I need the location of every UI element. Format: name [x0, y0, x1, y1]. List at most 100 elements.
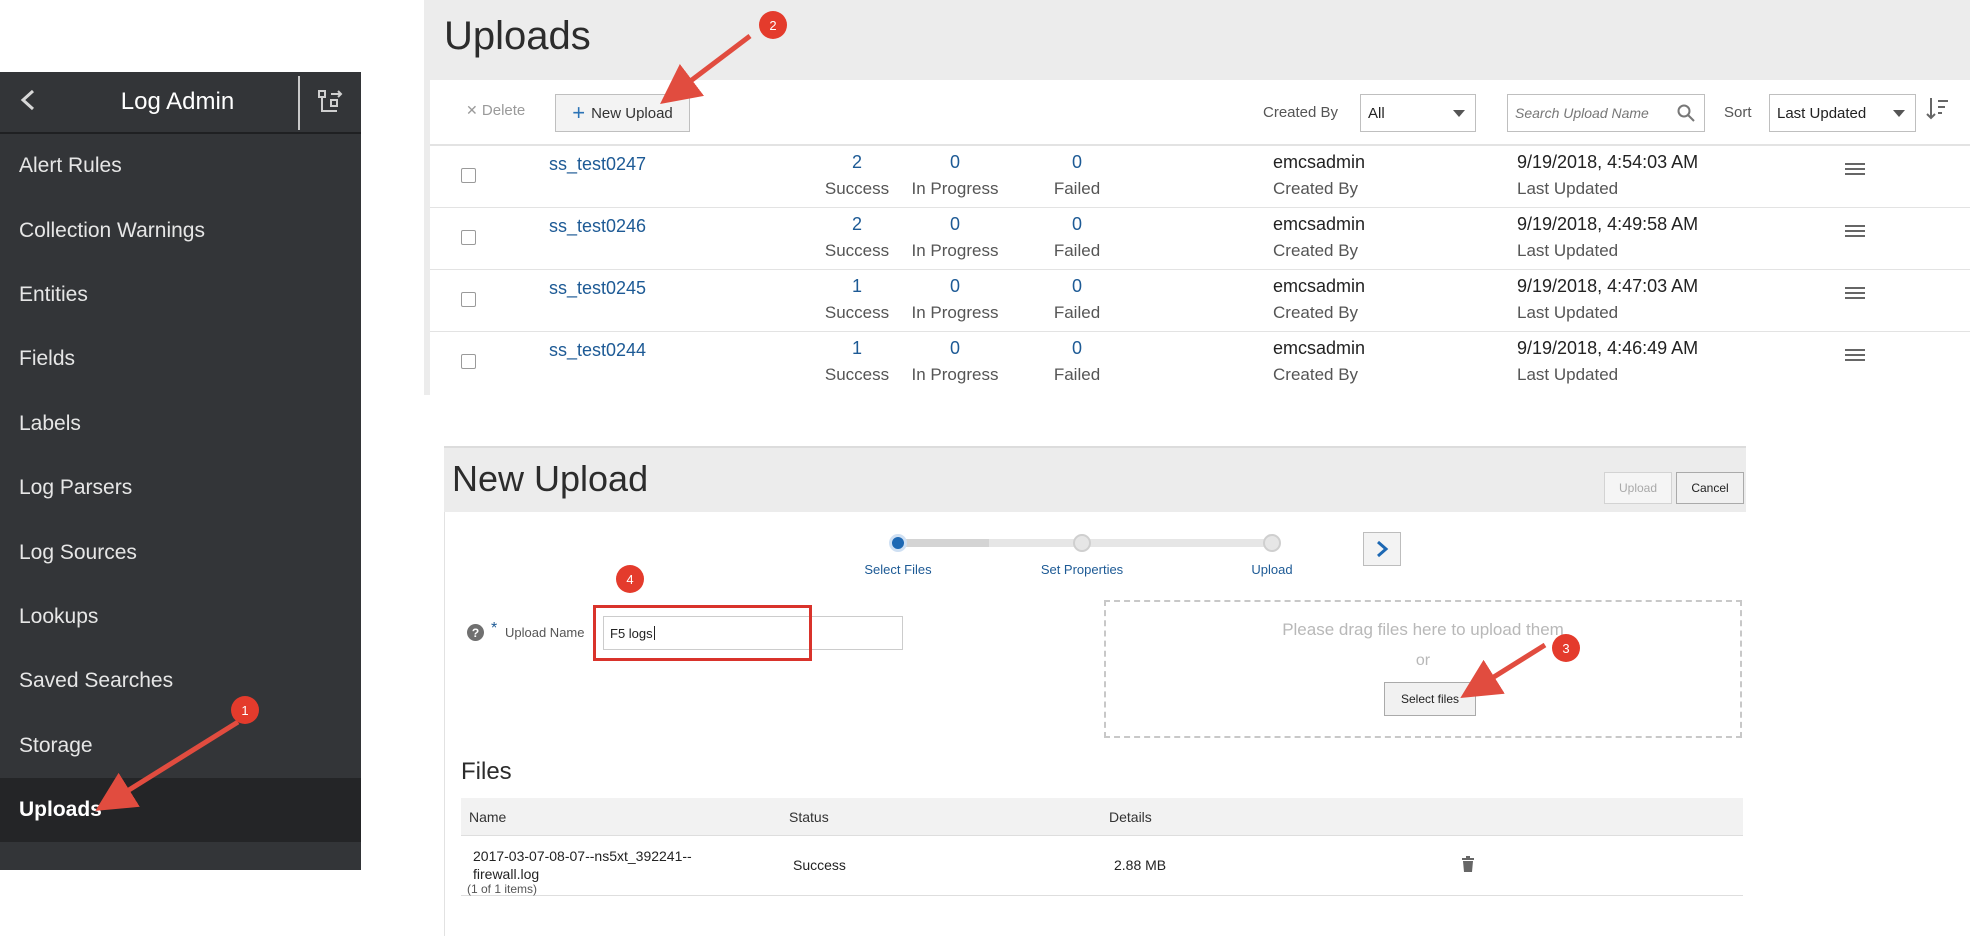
- last-updated-info: 9/19/2018, 4:49:58 AM Last Updated: [1517, 214, 1698, 261]
- last-updated-value: 9/19/2018, 4:47:03 AM: [1517, 276, 1699, 296]
- success-count[interactable]: 1: [802, 276, 912, 297]
- in-progress-label: In Progress: [911, 365, 999, 384]
- help-icon[interactable]: ?: [467, 624, 484, 641]
- failed-count[interactable]: 0: [1022, 152, 1132, 173]
- in-progress-metric: 0 In Progress: [900, 276, 1010, 323]
- created-by-value: emcsadmin: [1273, 152, 1366, 172]
- step-label-select-files[interactable]: Select Files: [828, 562, 968, 577]
- new-upload-label: New Upload: [591, 104, 673, 122]
- chevron-right-icon: [1377, 540, 1389, 558]
- sidebar-item-log-sources[interactable]: Log Sources: [0, 520, 361, 584]
- search-icon[interactable]: [1676, 103, 1696, 126]
- column-header-status[interactable]: Status: [789, 809, 829, 825]
- sidebar-item-label: Log Sources: [19, 540, 137, 564]
- failed-count[interactable]: 0: [1022, 214, 1132, 235]
- in-progress-metric: 0 In Progress: [900, 152, 1010, 199]
- chevron-left-icon[interactable]: [0, 87, 56, 118]
- cancel-button[interactable]: Cancel: [1676, 472, 1744, 504]
- files-table: Name Status Details 2017-03-07-08-07--ns…: [461, 798, 1743, 896]
- sidebar-item-uploads[interactable]: Uploads: [0, 777, 361, 843]
- in-progress-count[interactable]: 0: [900, 214, 1010, 235]
- upload-button[interactable]: Upload: [1604, 472, 1672, 504]
- row-checkbox[interactable]: [461, 292, 476, 307]
- upload-name-link[interactable]: ss_test0246: [549, 216, 646, 237]
- in-progress-label: In Progress: [911, 179, 999, 198]
- file-drop-zone[interactable]: Please drag files here to upload them or…: [1104, 600, 1742, 738]
- items-count: (1 of 1 items): [467, 882, 538, 896]
- table-row[interactable]: ss_test0246 2 Success 0 In Progress 0 Faile…: [430, 208, 1970, 270]
- new-upload-button[interactable]: + New Upload: [555, 94, 690, 132]
- success-metric: 1 Success: [802, 338, 912, 385]
- failed-label: Failed: [1053, 241, 1101, 260]
- sidebar-item-lookups[interactable]: Lookups: [0, 585, 361, 649]
- row-checkbox[interactable]: [461, 230, 476, 245]
- new-upload-panel: New Upload Upload Cancel Select Files Se…: [444, 446, 1746, 936]
- table-row[interactable]: ss_test0247 2 Success 0 In Progress 0 Faile…: [430, 146, 1970, 208]
- sidebar-item-entities[interactable]: Entities: [0, 263, 361, 327]
- sidebar-item-saved-searches[interactable]: Saved Searches: [0, 649, 361, 713]
- table-row[interactable]: ss_test0244 1 Success 0 In Progress 0 Faile…: [430, 332, 1970, 394]
- uploads-list: ss_test0247 2 Success 0 In Progress 0 Faile…: [430, 146, 1970, 394]
- success-label: Success: [824, 179, 890, 198]
- upload-name-link[interactable]: ss_test0244: [549, 340, 646, 361]
- in-progress-count[interactable]: 0: [900, 276, 1010, 297]
- sidebar-item-alert-rules[interactable]: Alert Rules: [0, 134, 361, 198]
- sidebar-header-divider: [298, 76, 300, 130]
- in-progress-count[interactable]: 0: [900, 338, 1010, 359]
- success-metric: 1 Success: [802, 276, 912, 323]
- in-progress-count[interactable]: 0: [900, 152, 1010, 173]
- next-step-button[interactable]: [1363, 532, 1401, 566]
- step-label-upload[interactable]: Upload: [1202, 562, 1342, 577]
- created-by-select[interactable]: All: [1360, 94, 1476, 132]
- delete-label: Delete: [481, 102, 526, 119]
- failed-metric: 0 Failed: [1022, 276, 1132, 323]
- upload-name-label: Upload Name: [505, 625, 585, 640]
- hamburger-menu-icon[interactable]: [1844, 286, 1866, 305]
- last-updated-value: 9/19/2018, 4:49:58 AM: [1517, 214, 1699, 234]
- step-dot-set-properties[interactable]: [1073, 534, 1091, 552]
- hamburger-menu-icon[interactable]: [1844, 224, 1866, 243]
- success-count[interactable]: 2: [802, 152, 912, 173]
- sidebar-item-fields[interactable]: Fields: [0, 327, 361, 391]
- sort-select[interactable]: Last Updated: [1769, 94, 1916, 132]
- created-by-value: emcsadmin: [1273, 276, 1366, 296]
- new-upload-header: New Upload Upload Cancel: [444, 446, 1746, 512]
- step-label-set-properties[interactable]: Set Properties: [1012, 562, 1152, 577]
- last-updated-value: 9/19/2018, 4:54:03 AM: [1517, 152, 1699, 172]
- table-row[interactable]: 2017-03-07-08-07--ns5xt_392241-- firewal…: [461, 836, 1743, 896]
- sidebar-item-collection-warnings[interactable]: Collection Warnings: [0, 198, 361, 262]
- last-updated-info: 9/19/2018, 4:47:03 AM Last Updated: [1517, 276, 1698, 323]
- row-checkbox[interactable]: [461, 168, 476, 183]
- drop-zone-text: Please drag files here to upload them: [1282, 620, 1564, 639]
- success-count[interactable]: 1: [802, 338, 912, 359]
- hamburger-menu-icon[interactable]: [1844, 348, 1866, 367]
- failed-count[interactable]: 0: [1022, 276, 1132, 297]
- panel-toggle-icon[interactable]: [299, 89, 361, 115]
- row-checkbox[interactable]: [461, 354, 476, 369]
- trash-icon[interactable]: [1461, 856, 1475, 875]
- sidebar-item-label: Log Parsers: [19, 476, 133, 500]
- column-header-details[interactable]: Details: [1109, 809, 1152, 825]
- table-row[interactable]: ss_test0245 1 Success 0 In Progress 0 Faile…: [430, 270, 1970, 332]
- failed-count[interactable]: 0: [1022, 338, 1132, 359]
- column-header-name[interactable]: Name: [469, 809, 506, 825]
- step-dot-upload[interactable]: [1263, 534, 1281, 552]
- select-files-button[interactable]: Select files: [1384, 682, 1476, 716]
- sort-direction-icon[interactable]: [1926, 96, 1950, 127]
- sidebar-item-log-parsers[interactable]: Log Parsers: [0, 456, 361, 520]
- hamburger-menu-icon[interactable]: [1844, 162, 1866, 181]
- success-count[interactable]: 2: [802, 214, 912, 235]
- sort-label: Sort: [1724, 104, 1752, 121]
- sidebar-item-labels[interactable]: Labels: [0, 392, 361, 456]
- sidebar-item-label: Saved Searches: [19, 669, 174, 693]
- delete-button[interactable]: ✕ Delete: [466, 102, 525, 119]
- step-dot-select-files[interactable]: [889, 534, 907, 552]
- train-connector: [989, 539, 1269, 547]
- upload-name-link[interactable]: ss_test0247: [549, 154, 646, 175]
- upload-name-link[interactable]: ss_test0245: [549, 278, 646, 299]
- search-input[interactable]: Search Upload Name: [1507, 94, 1705, 132]
- sidebar-item-storage[interactable]: Storage: [0, 714, 361, 778]
- created-by-info: emcsadmin Created By: [1273, 276, 1365, 323]
- success-label: Success: [824, 365, 890, 384]
- last-updated-caption: Last Updated: [1517, 365, 1619, 384]
